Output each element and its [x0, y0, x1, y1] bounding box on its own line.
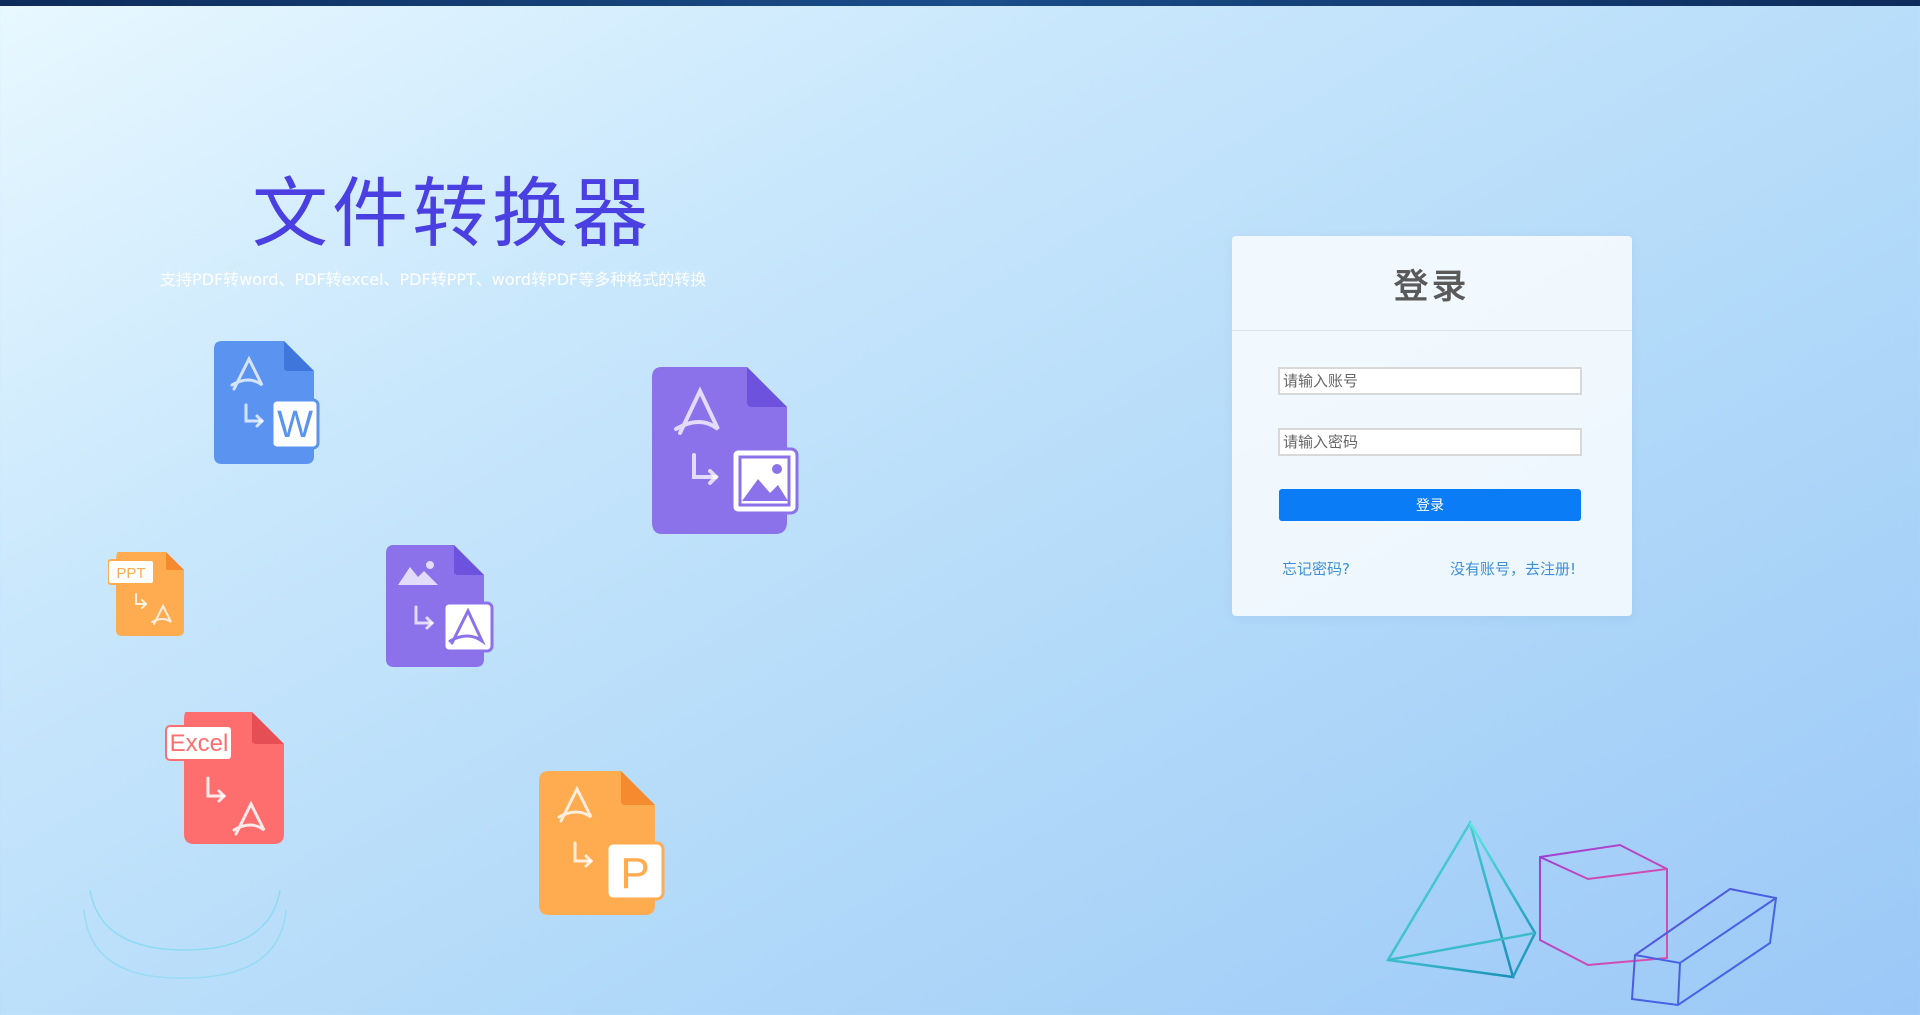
svg-text:W: W: [277, 404, 313, 446]
password-input[interactable]: [1278, 428, 1582, 456]
login-button[interactable]: 登录: [1279, 489, 1581, 521]
pdf-to-image-icon: [652, 367, 802, 537]
account-input[interactable]: [1278, 367, 1582, 395]
pdf-to-word-icon: W: [214, 341, 324, 466]
image-to-pdf-icon: [386, 545, 496, 669]
login-title: 登录: [1394, 266, 1470, 307]
ring-decoration: [80, 860, 300, 994]
svg-text:PPT: PPT: [116, 565, 145, 582]
login-card: 登录 登录 忘记密码? 没有账号，去注册!: [1232, 236, 1632, 616]
app-title: 文件转换器: [252, 169, 652, 258]
svg-text:P: P: [620, 849, 649, 898]
ppt-to-pdf-icon: PPT: [108, 552, 188, 638]
excel-to-pdf-icon: Excel: [164, 712, 290, 846]
login-header: 登录: [1232, 236, 1632, 331]
register-link[interactable]: 没有账号，去注册!: [1450, 558, 1576, 579]
svg-text:Excel: Excel: [170, 730, 229, 757]
pdf-to-ppt-icon: P: [539, 771, 667, 917]
forgot-password-link[interactable]: 忘记密码?: [1282, 558, 1350, 579]
geometric-decoration: [1380, 815, 1780, 1015]
top-strip: [0, 0, 1920, 6]
app-subtitle: 支持PDF转word、PDF转excel、PDF转PPT、word转PDF等多种…: [160, 270, 707, 289]
